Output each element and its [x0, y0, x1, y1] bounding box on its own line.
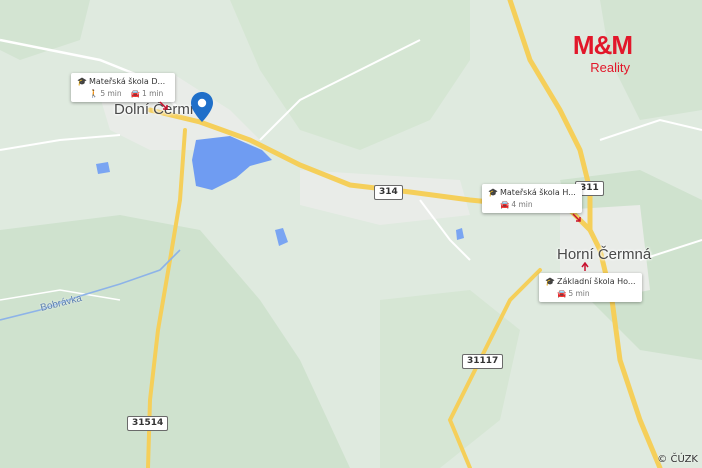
- graduation-cap-icon: 🎓: [77, 77, 87, 86]
- road-number-31117: 31117: [462, 354, 504, 369]
- poi-pointer-icon: [581, 262, 589, 271]
- map-canvas[interactable]: Dolní Čermná Horní Čermná Bobrávka 314 3…: [0, 0, 702, 468]
- road-number-31514: 31514: [127, 416, 169, 431]
- poi-pointer-icon: [159, 101, 168, 110]
- poi-walk-time: 5 min: [100, 89, 122, 98]
- poi-card[interactable]: 🎓 Mateřská škola H... 🚘 4 min: [482, 184, 582, 213]
- poi-label: Mateřská škola D...: [89, 77, 166, 86]
- poi-card[interactable]: 🎓 Základní škola Ho... 🚘 5 min: [539, 273, 642, 302]
- map-attribution[interactable]: © ČÚZK: [657, 454, 698, 465]
- walk-icon: 🚶: [89, 89, 99, 98]
- car-icon: 🚘: [500, 200, 510, 209]
- poi-label: Základní škola Ho...: [557, 277, 636, 286]
- car-icon: 🚘: [130, 89, 140, 98]
- town-label-horni-cermna: Horní Čermná: [557, 246, 652, 263]
- poi-label: Mateřská škola H...: [500, 188, 576, 197]
- poi-pointer-icon: [572, 213, 581, 222]
- location-pin-icon[interactable]: [190, 91, 214, 128]
- graduation-cap-icon: 🎓: [545, 277, 555, 286]
- brand-subtitle: Reality: [590, 60, 630, 75]
- road-number-314: 314: [374, 185, 403, 200]
- car-icon: 🚘: [557, 289, 567, 298]
- poi-drive-time: 1 min: [142, 89, 164, 98]
- poi-card[interactable]: 🎓 Mateřská škola D... 🚶 5 min 🚘 1 min: [71, 73, 176, 102]
- poi-drive-time: 4 min: [511, 200, 533, 209]
- poi-drive-time: 5 min: [568, 289, 590, 298]
- graduation-cap-icon: 🎓: [488, 188, 498, 197]
- brand-logo: M&M Reality: [572, 30, 633, 76]
- brand-logo-text: M&M: [572, 30, 633, 60]
